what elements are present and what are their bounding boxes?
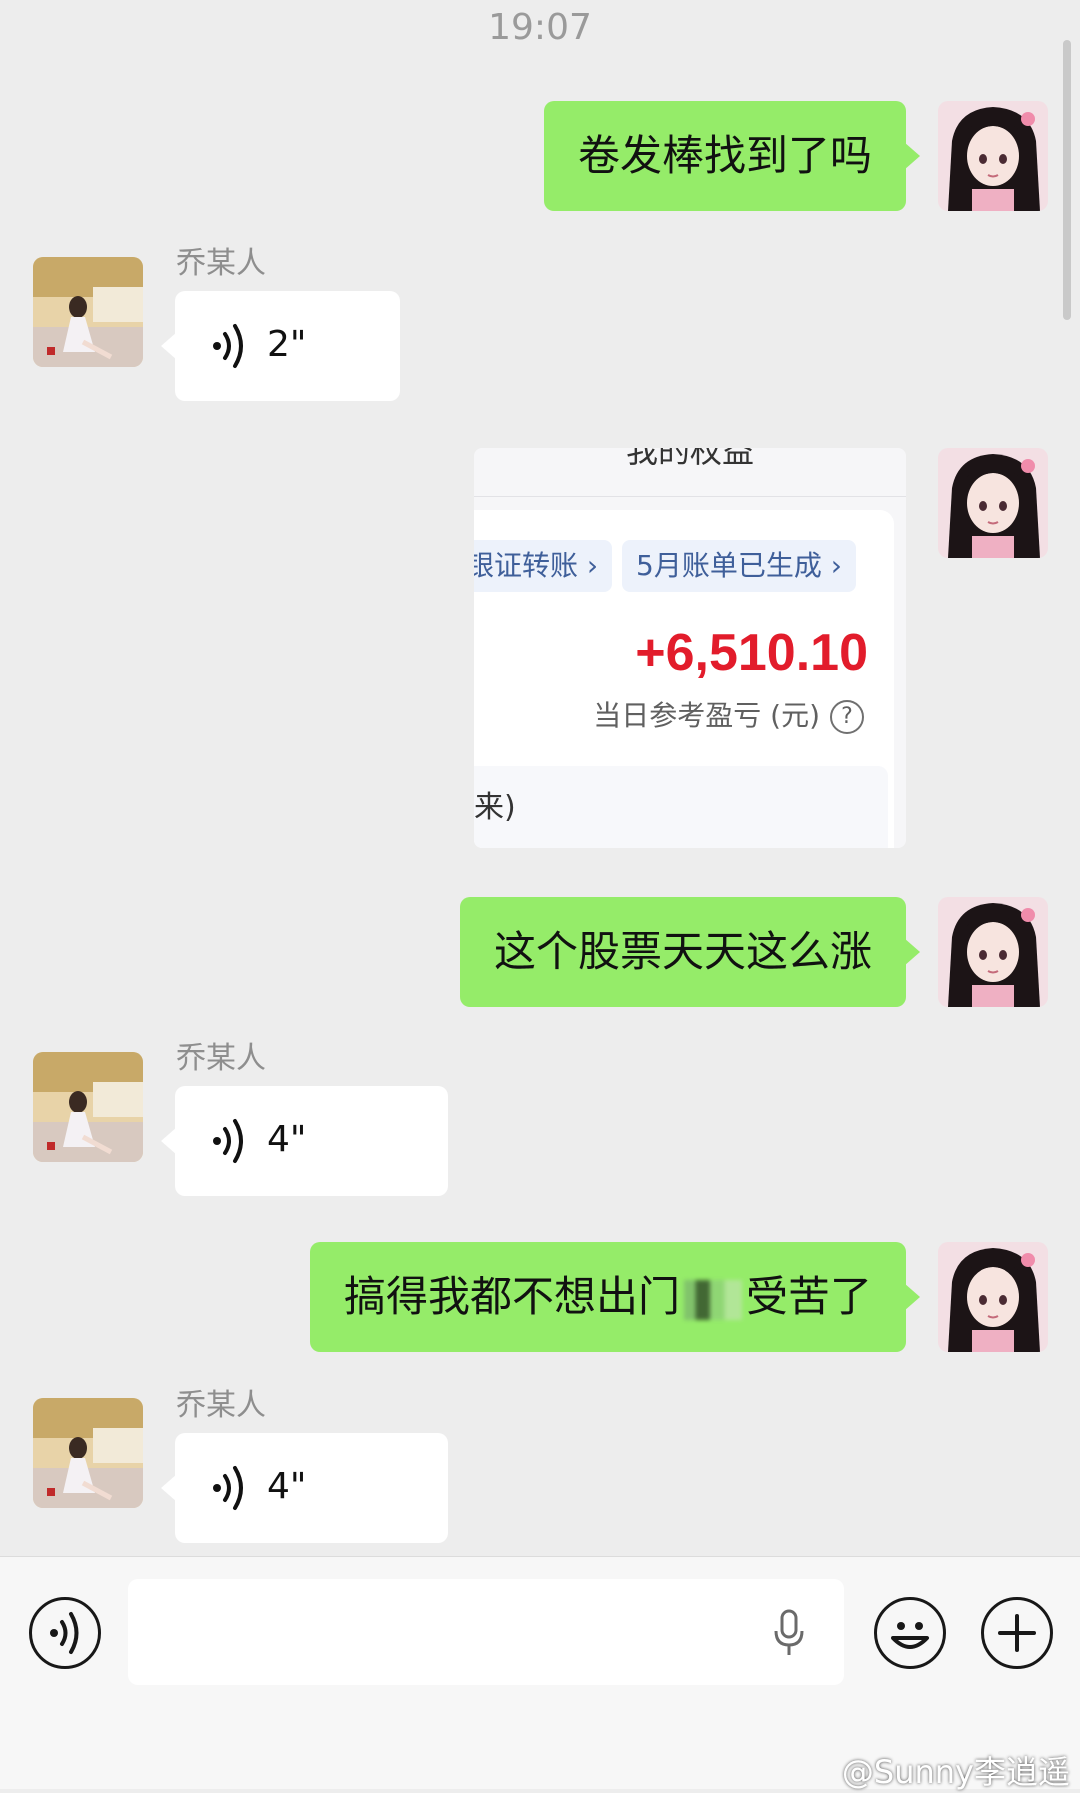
divider <box>474 496 906 497</box>
anime-girl-avatar-image <box>938 448 1048 558</box>
contact-photo-image <box>33 1052 143 1162</box>
voice-message-bubble[interactable]: 2" <box>161 291 400 401</box>
profit-amount: +6,510.10 <box>635 624 868 682</box>
input-bar: @Sunny李逍遥 <box>0 1556 1080 1791</box>
contact-photo-image <box>33 1398 143 1508</box>
outgoing-message-bubble[interactable]: 这个股票天天这么涨 <box>459 897 921 1007</box>
my-avatar[interactable] <box>938 448 1048 558</box>
voice-duration: 4" <box>267 1119 307 1160</box>
anime-girl-avatar-image <box>938 1242 1048 1352</box>
contact-name: 乔某人 <box>176 1388 266 1423</box>
profit-caption: 当日参考盈亏 (元)? <box>593 696 864 736</box>
contact-avatar[interactable] <box>33 257 143 367</box>
voice-input-button[interactable] <box>29 1597 101 1669</box>
help-icon: ? <box>830 700 864 734</box>
screenshot-title: 我的权益 <box>625 448 754 470</box>
message-text-part1: 搞得我都不想出门 <box>343 1272 680 1321</box>
caption-text: 当日参考盈亏 (元) <box>593 699 820 732</box>
contact-name: 乔某人 <box>176 246 266 281</box>
voice-duration: 4" <box>267 1466 307 1507</box>
message-text: 这个股票天天这么涨 <box>493 927 872 976</box>
more-options-button[interactable] <box>981 1597 1053 1669</box>
timestamp: 19:07 <box>488 7 592 48</box>
voice-message-bubble[interactable]: 4" <box>161 1433 448 1543</box>
contact-name: 乔某人 <box>176 1041 266 1076</box>
bottom-text: 来) <box>474 790 516 825</box>
image-message[interactable]: 我的权益 银证转账 › 5月账单已生成 › +6,510.10 当日参考盈亏 (… <box>474 448 906 848</box>
voice-wave-icon <box>213 1466 243 1510</box>
outgoing-message-bubble[interactable]: 搞得我都不想出门 受苦了 <box>309 1242 921 1352</box>
voice-wave-icon <box>213 324 243 368</box>
my-avatar[interactable] <box>938 897 1048 1007</box>
microphone-icon[interactable] <box>772 1609 806 1657</box>
voice-wave-icon <box>213 1119 243 1163</box>
contact-avatar[interactable] <box>33 1052 143 1162</box>
my-avatar[interactable] <box>938 101 1048 211</box>
message-text: 卷发棒找到了吗 <box>577 131 872 180</box>
watermark: @Sunny李逍遥 <box>841 1753 1070 1791</box>
outgoing-message-bubble[interactable]: 卷发棒找到了吗 <box>543 101 921 211</box>
my-avatar[interactable] <box>938 1242 1048 1352</box>
contact-photo-image <box>33 257 143 367</box>
mosaic-blur <box>683 1279 742 1320</box>
emoji-button[interactable] <box>874 1597 946 1669</box>
smiley-face-icon <box>891 1622 929 1649</box>
bill-pill: 5月账单已生成 › <box>622 540 856 592</box>
voice-message-bubble[interactable]: 4" <box>161 1086 448 1196</box>
anime-girl-avatar-image <box>938 897 1048 1007</box>
contact-avatar[interactable] <box>33 1398 143 1508</box>
bottom-panel <box>474 766 888 848</box>
message-text-part2: 受苦了 <box>745 1272 872 1321</box>
transfer-pill: 银证转账 › <box>474 540 613 592</box>
scrollbar[interactable] <box>1063 40 1071 320</box>
message-input[interactable] <box>128 1579 844 1685</box>
voice-duration: 2" <box>267 324 307 365</box>
plus-icon <box>998 1614 1036 1652</box>
voice-wave-icon <box>50 1612 79 1654</box>
anime-girl-avatar-image <box>938 101 1048 211</box>
